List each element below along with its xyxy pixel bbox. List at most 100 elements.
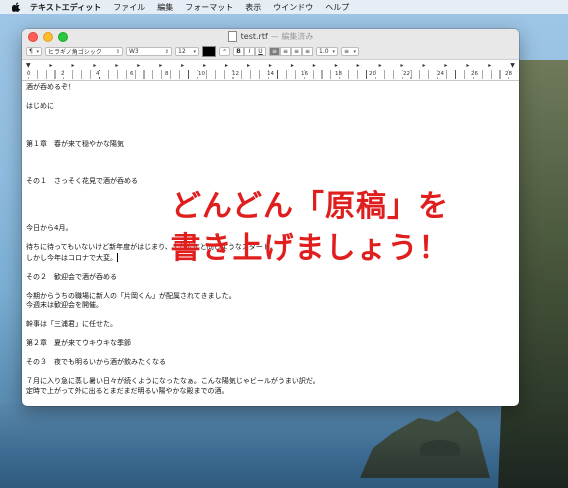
line-spacing-label: 1.0 bbox=[319, 48, 329, 55]
style-buttons: B I U bbox=[233, 47, 266, 56]
tab-stop-icon[interactable]: ▸ bbox=[444, 62, 447, 69]
document-line: 幹事は「三浦君」に任せた。 bbox=[26, 320, 117, 328]
align-center-icon: ≡ bbox=[282, 48, 289, 55]
font-weight-popup[interactable]: W3 ⇕ bbox=[126, 47, 172, 56]
align-left-button[interactable]: ≡ bbox=[269, 47, 280, 56]
format-toolbar: ¶ ▾ ヒラギノ角ゴシック ⇕ W3 ⇕ 12 ▾ ᵃ B I U ≡ ≡ ≡ ≡ 1.… bbox=[22, 44, 519, 60]
font-size-popup[interactable]: 12 ▾ bbox=[175, 47, 199, 56]
italic-button[interactable]: I bbox=[244, 47, 255, 56]
window-title: test.rtf bbox=[240, 32, 268, 41]
ruler-number: 2 bbox=[60, 71, 66, 77]
menu-edit[interactable]: 編集 bbox=[157, 2, 173, 13]
highlight-color-button[interactable]: ᵃ bbox=[219, 47, 230, 56]
tab-stop-icon[interactable]: ▸ bbox=[269, 62, 272, 69]
ruler-number: 14 bbox=[266, 71, 275, 77]
tab-stop-icon[interactable]: ▸ bbox=[357, 62, 360, 69]
minimize-button[interactable] bbox=[43, 32, 53, 42]
tab-stop-icon[interactable]: ▸ bbox=[291, 62, 294, 69]
ruler-number: 22 bbox=[402, 71, 411, 77]
ruler-number: 20 bbox=[368, 71, 377, 77]
title-bar[interactable]: test.rtf — 編集済み bbox=[22, 29, 519, 44]
menu-help[interactable]: ヘルプ bbox=[325, 2, 349, 13]
tab-stop-icon[interactable]: ▸ bbox=[335, 62, 338, 69]
list-popup[interactable]: ≡ ▾ bbox=[341, 47, 359, 56]
tab-stop-icon[interactable]: ▸ bbox=[50, 62, 53, 69]
text-cursor bbox=[117, 252, 118, 262]
tab-stop-icon[interactable]: ▸ bbox=[115, 62, 118, 69]
align-left-icon: ≡ bbox=[271, 48, 278, 55]
caption-overlay: どんどん「原稿」を 書き上げましょう！ bbox=[150, 186, 470, 270]
tab-stop-icon[interactable]: ▸ bbox=[379, 62, 382, 69]
tab-stop-icon[interactable]: ▼ bbox=[510, 62, 515, 69]
ruler-number: 10 bbox=[197, 71, 206, 77]
document-line: 定時で上がって外に出るとまだまだ明るい陽やかな殿までの酒。 bbox=[26, 386, 229, 395]
ruler-number: 0 bbox=[26, 71, 32, 77]
align-justify-button[interactable]: ≡ bbox=[291, 47, 302, 56]
tab-stop-icon[interactable]: ▸ bbox=[401, 62, 404, 69]
window-controls bbox=[28, 32, 68, 42]
tab-stop-icon[interactable]: ▸ bbox=[71, 62, 74, 69]
menu-view[interactable]: 表示 bbox=[245, 2, 261, 13]
ruler-number: 12 bbox=[231, 71, 240, 77]
chevron-updown-icon: ⇕ bbox=[164, 48, 169, 55]
zoom-button[interactable] bbox=[58, 32, 68, 42]
document-line: 今期からうちの職場に新人の「片岡くん」が配属されてきました。 bbox=[26, 291, 236, 300]
tab-stop-icon[interactable]: ▸ bbox=[466, 62, 469, 69]
font-family-label: ヒラギノ角ゴシック bbox=[48, 49, 102, 56]
ruler[interactable]: ▼ ▸ ▸ ▸ ▸ ▸ ▸ ▸ ▸ ▸ ▸ ▸ ▸ ▸ ▸ ▸ ▸ ▸ ▸ ▸ ▸ ▸ ▼ 0 2 4 6 8 10 12 … bbox=[22, 60, 519, 81]
bold-button[interactable]: B bbox=[233, 47, 244, 56]
tab-stop-icon[interactable]: ▸ bbox=[313, 62, 316, 69]
edited-status: — 編集済み bbox=[270, 32, 314, 41]
align-right-icon: ≡ bbox=[304, 48, 311, 55]
document-line: その２ 歓迎会で酒が呑める bbox=[26, 272, 117, 281]
chevron-down-icon: ▾ bbox=[36, 48, 39, 55]
document-icon[interactable] bbox=[227, 31, 237, 42]
list-icon: ≡ bbox=[344, 48, 350, 55]
paragraph-style-label: ¶ bbox=[29, 48, 33, 55]
ruler-number: 16 bbox=[300, 71, 309, 77]
desktop-rock bbox=[420, 440, 460, 456]
menu-app-name[interactable]: テキストエディット bbox=[30, 2, 101, 13]
document-line: 第１章 春が来て穏やかな陽気 bbox=[26, 139, 124, 148]
tab-stop-icon[interactable]: ▸ bbox=[137, 62, 140, 69]
align-right-button[interactable]: ≡ bbox=[302, 47, 313, 56]
caption-line-1: どんどん「原稿」を bbox=[170, 189, 450, 224]
document-line: ７月に入り急に蒸し暑い日々が続くようになったなぁ。こんな陽気じゃビールがうまい訳… bbox=[26, 377, 320, 385]
text-color-well[interactable] bbox=[202, 46, 216, 57]
menu-file[interactable]: ファイル bbox=[113, 2, 145, 13]
font-size-label: 12 bbox=[178, 48, 186, 55]
underline-button[interactable]: U bbox=[255, 47, 266, 56]
tab-stop-icon[interactable]: ▸ bbox=[159, 62, 162, 69]
document-line: はじめに bbox=[26, 102, 54, 110]
document-line: しかし今年はコロナで大変。 bbox=[26, 253, 117, 262]
tab-stop-icon[interactable]: ▸ bbox=[93, 62, 96, 69]
tab-stop-icon[interactable]: ▸ bbox=[203, 62, 206, 69]
paragraph-style-popup[interactable]: ¶ ▾ bbox=[26, 47, 42, 56]
document-line: その３ 夜でも明るいから酒が飲みたくなる bbox=[26, 358, 166, 366]
document-line: 今週末は歓迎会を開催。 bbox=[26, 301, 103, 309]
tab-stop-icon[interactable]: ▸ bbox=[181, 62, 184, 69]
menu-format[interactable]: フォーマット bbox=[185, 2, 233, 13]
tab-stop-icon[interactable]: ▸ bbox=[488, 62, 491, 69]
ruler-number: 4 bbox=[95, 71, 101, 77]
menu-window[interactable]: ウインドウ bbox=[273, 2, 313, 13]
apple-menu-icon[interactable] bbox=[11, 2, 22, 12]
ruler-numbers: 0 2 4 6 8 10 12 14 16 18 20 22 24 26 28 bbox=[22, 71, 519, 79]
ruler-number: 24 bbox=[436, 71, 445, 77]
align-center-button[interactable]: ≡ bbox=[280, 47, 291, 56]
tab-stop-icon[interactable]: ▼ bbox=[26, 62, 31, 69]
tab-stop-icon[interactable]: ▸ bbox=[247, 62, 250, 69]
font-weight-label: W3 bbox=[129, 48, 139, 55]
document-line: 第２章 夏が来てウキウキな季節 bbox=[26, 339, 131, 347]
tab-stop-icon[interactable]: ▸ bbox=[225, 62, 228, 69]
ruler-number: 6 bbox=[129, 71, 135, 77]
document-line: 酒が呑めるぞ！ bbox=[26, 83, 75, 91]
pen-icon: ᵃ bbox=[223, 48, 226, 55]
chevron-down-icon: ▾ bbox=[193, 48, 196, 55]
close-button[interactable] bbox=[28, 32, 38, 42]
line-spacing-popup[interactable]: 1.0 ▾ bbox=[316, 47, 338, 56]
chevron-down-icon: ▾ bbox=[332, 48, 335, 55]
font-family-popup[interactable]: ヒラギノ角ゴシック ⇕ bbox=[45, 47, 123, 56]
tab-stop-icon[interactable]: ▸ bbox=[422, 62, 425, 69]
chevron-down-icon: ▾ bbox=[353, 48, 356, 55]
